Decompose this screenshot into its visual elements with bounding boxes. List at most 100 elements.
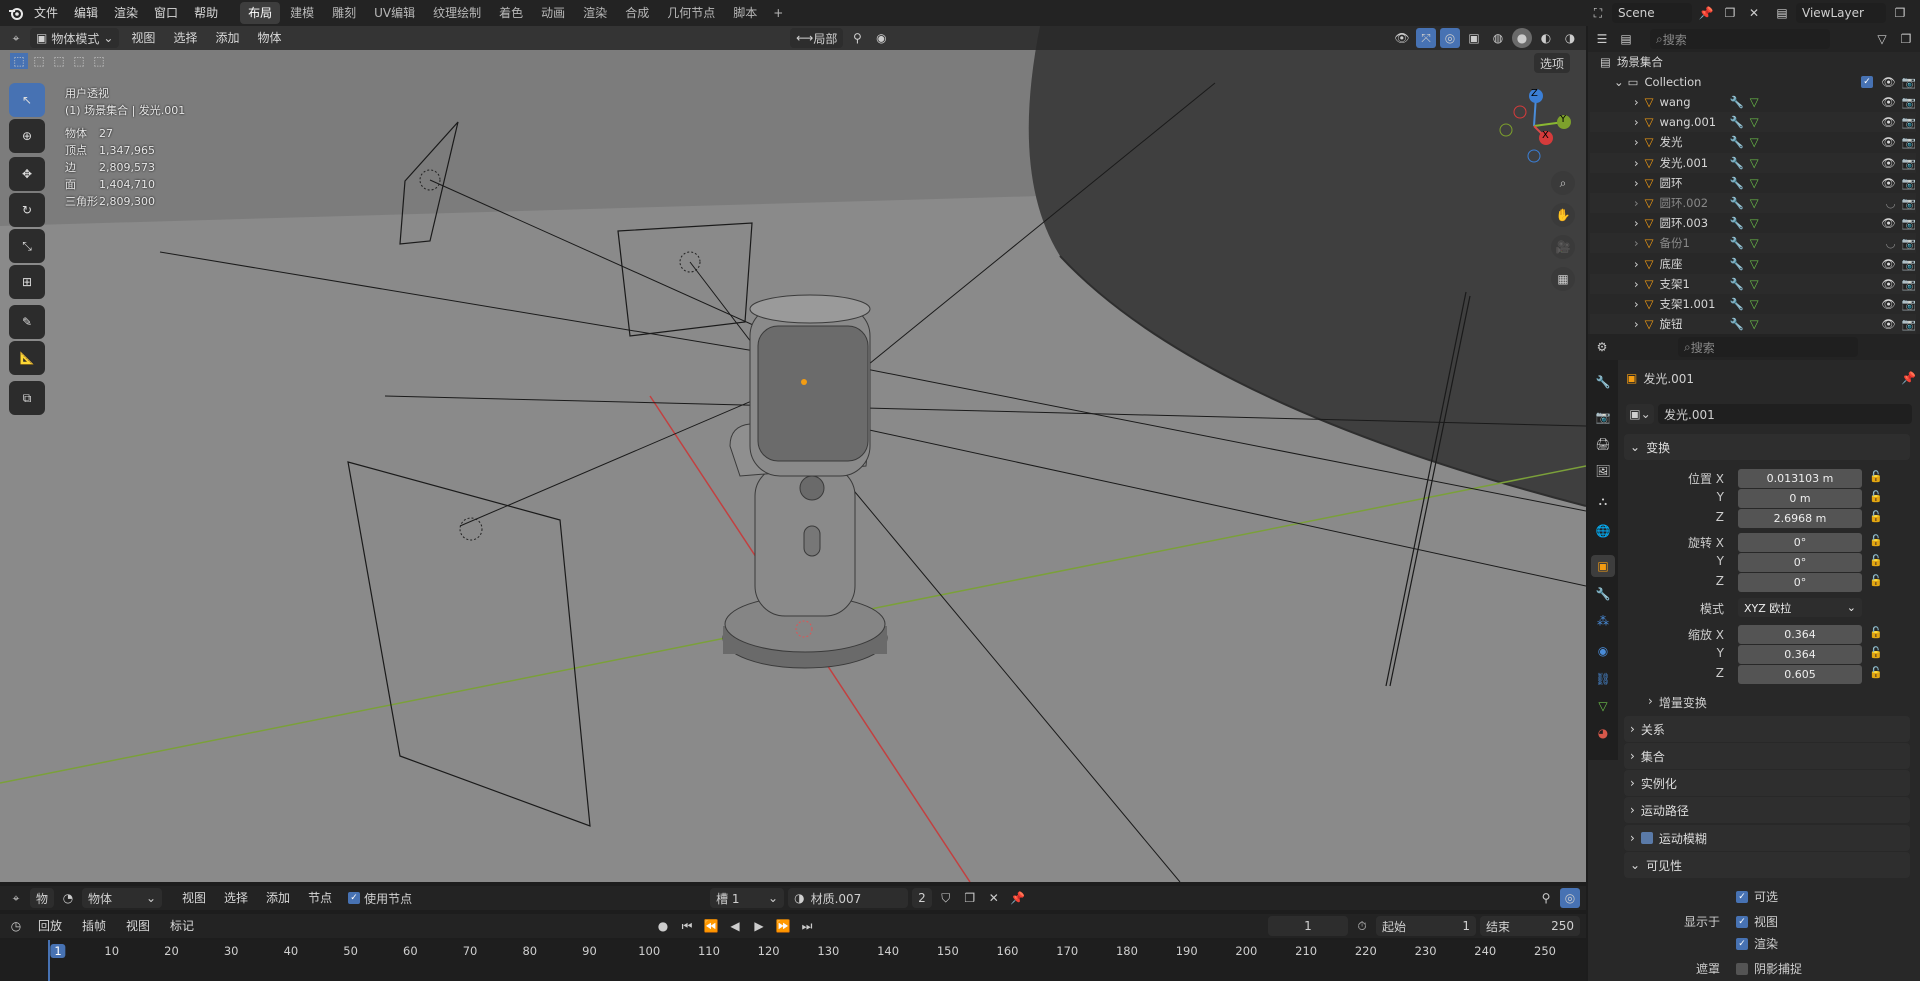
location-x-field[interactable]: 0.013103 m — [1738, 469, 1862, 488]
duplicate-icon[interactable]: ❐ — [960, 888, 980, 908]
slot-dropdown[interactable]: 槽 1 ⌄ — [710, 888, 785, 908]
render-camera-icon[interactable]: 📷 — [1902, 277, 1916, 291]
timeline-editor-icon[interactable]: ◷ — [6, 916, 26, 936]
lock-icon[interactable]: 🔓 — [1868, 646, 1884, 662]
timeline-menu-0[interactable]: 回放 — [30, 916, 70, 936]
rendered-shading-icon[interactable]: ◑ — [1560, 28, 1580, 48]
selectable-checkbox[interactable]: ✓ — [1736, 890, 1748, 903]
transform-tool-icon[interactable]: ⊞ — [9, 265, 45, 299]
motion-blur-panel-header[interactable]: › 运动模糊 — [1624, 825, 1910, 851]
motion-blur-checkbox[interactable] — [1640, 832, 1653, 844]
rotation-x-field[interactable]: 0° — [1738, 533, 1862, 552]
menu-1[interactable]: 编辑 — [66, 0, 106, 26]
eye-icon[interactable]: 👁 — [1881, 257, 1896, 271]
end-frame-field[interactable]: 结束 250 — [1480, 916, 1580, 936]
tool-tab-icon[interactable]: 🔧 — [1591, 371, 1615, 393]
viewport-menu-2[interactable]: 添加 — [207, 28, 247, 48]
shader-menu-2[interactable]: 添加 — [258, 888, 298, 908]
add-workspace-button[interactable]: + — [765, 2, 791, 24]
modifier-icon[interactable]: 🔧 — [1729, 95, 1743, 109]
jump-keyframe-forward-icon[interactable]: ⏩ — [773, 916, 793, 936]
move-tool-icon[interactable]: ✥ — [9, 157, 45, 191]
camera-icon[interactable]: 🎥 — [1551, 235, 1575, 259]
pin-icon[interactable]: 📌 — [1696, 3, 1716, 23]
eye-icon[interactable]: 👁 — [1881, 115, 1896, 129]
auto-keying-icon[interactable]: ● — [653, 916, 673, 936]
outliner-item[interactable]: › ▽ wang.001 🔧 ▽ 👁 📷 — [1590, 112, 1916, 133]
render-camera-icon[interactable]: 📷 — [1902, 176, 1916, 190]
outliner-root[interactable]: ▤ 场景集合 — [1590, 52, 1916, 72]
outliner-item[interactable]: › ▽ 支架1 🔧 ▽ 👁 📷 — [1590, 273, 1916, 294]
eye-icon[interactable]: 👁 — [1881, 317, 1896, 331]
constraints-tab-icon[interactable]: ⛓ — [1591, 668, 1615, 690]
modifier-icon[interactable]: 🔧 — [1729, 115, 1743, 129]
visibility-panel-header[interactable]: ⌄ 可见性 — [1624, 852, 1910, 878]
workspace-tab-6[interactable]: 动画 — [533, 2, 573, 24]
viewport-menu-0[interactable]: 视图 — [123, 28, 163, 48]
lock-icon[interactable]: 🔓 — [1868, 534, 1884, 550]
xray-icon[interactable]: ▣ — [1464, 28, 1484, 48]
outliner-item[interactable]: › ▽ 圆环 🔧 ▽ 👁 📷 — [1590, 173, 1916, 193]
delete-view-layer-icon[interactable]: ✕ — [1914, 3, 1920, 23]
outliner-item[interactable]: › ▽ 发光.001 🔧 ▽ 👁 📷 — [1590, 152, 1916, 173]
outliner-editor-icon[interactable]: ☰ — [1592, 29, 1612, 49]
timeline-menu-1[interactable]: 插帧 — [74, 916, 114, 936]
modifier-icon[interactable]: 🔧 — [1729, 135, 1743, 149]
collection-exclude-checkbox[interactable]: ✓ — [1861, 76, 1874, 88]
eye-icon[interactable]: 👁 — [1881, 297, 1896, 311]
play-reverse-icon[interactable]: ◀ — [725, 916, 745, 936]
show-viewport-row[interactable]: ✓ 视图 — [1736, 913, 1778, 930]
timeline-menu-3[interactable]: 标记 — [162, 916, 202, 936]
outliner-item[interactable]: › ▽ 底座 🔧 ▽ 👁 📷 — [1590, 254, 1916, 274]
view-layer-field[interactable]: ViewLayer — [1796, 3, 1886, 23]
snap-icon[interactable]: ⚲ — [1536, 888, 1556, 908]
mesh-data-icon[interactable]: ▽ — [1750, 317, 1759, 331]
select-subtract-icon[interactable]: ⬚ — [50, 53, 68, 69]
menu-2[interactable]: 渲染 — [106, 0, 146, 26]
modifier-icon[interactable]: 🔧 — [1729, 297, 1743, 311]
modifier-icon[interactable]: 🔧 — [1729, 156, 1743, 170]
visibility-icon[interactable]: 👁 — [1392, 28, 1412, 48]
render-camera-icon[interactable]: 📷 — [1902, 95, 1916, 109]
ortho-grid-icon[interactable]: ▦ — [1551, 267, 1575, 291]
current-frame-field[interactable]: 1 — [1268, 916, 1348, 936]
scene-name-field[interactable]: Scene — [1612, 3, 1692, 23]
modifier-icon[interactable]: 🔧 — [1729, 257, 1743, 271]
menu-3[interactable]: 窗口 — [146, 0, 186, 26]
rotation-z-field[interactable]: 0° — [1738, 573, 1862, 592]
lock-icon[interactable]: 🔓 — [1868, 626, 1884, 642]
rotate-tool-icon[interactable]: ↻ — [9, 193, 45, 227]
outliner-item[interactable]: › ▽ 圆环.002 🔧 ▽ ◡ 📷 — [1590, 193, 1916, 213]
jump-end-icon[interactable]: ⏭ — [797, 916, 817, 936]
menu-4[interactable]: 帮助 — [186, 0, 226, 26]
annotate-tool-icon[interactable]: ✎ — [9, 305, 45, 339]
start-frame-field[interactable]: 起始 1 — [1376, 916, 1476, 936]
eye-icon[interactable]: 👁 — [1881, 75, 1896, 89]
lock-icon[interactable]: 🔓 — [1868, 470, 1884, 486]
eye-icon[interactable]: 👁 — [1881, 277, 1896, 291]
unlink-icon[interactable]: ✕ — [984, 888, 1004, 908]
3d-viewport[interactable] — [0, 26, 1586, 882]
eye-icon[interactable]: 👁 — [1881, 156, 1896, 170]
modifier-icon[interactable]: 🔧 — [1729, 277, 1743, 291]
new-scene-icon[interactable]: ❐ — [1720, 3, 1740, 23]
outliner-item[interactable]: › ▽ 备份1 🔧 ▽ ◡ 📷 — [1590, 233, 1916, 254]
location-y-field[interactable]: 0 m — [1738, 489, 1862, 508]
fake-user-icon[interactable]: ⛉ — [936, 888, 956, 908]
scale-tool-icon[interactable]: ⤡ — [9, 229, 45, 263]
menu-0[interactable]: 文件 — [26, 0, 66, 26]
property-panel-header[interactable]: › 关系 — [1624, 716, 1910, 742]
workspace-tab-10[interactable]: 脚本 — [725, 2, 765, 24]
play-icon[interactable]: ▶ — [749, 916, 769, 936]
scene-tab-icon[interactable]: ⛬ — [1591, 490, 1615, 512]
editor-type-icon[interactable]: ⌖ — [6, 888, 26, 908]
editor-type-icon[interactable]: ⌖ — [6, 28, 26, 48]
render-camera-icon[interactable]: 📷 — [1902, 236, 1916, 250]
jump-start-icon[interactable]: ⏮ — [677, 916, 697, 936]
property-panel-header[interactable]: › 实例化 — [1624, 770, 1910, 796]
shadow-catcher-checkbox[interactable] — [1736, 962, 1748, 975]
scale-y-field[interactable]: 0.364 — [1738, 645, 1862, 664]
outliner-item[interactable]: › ▽ 旋钮 🔧 ▽ 👁 📷 — [1590, 314, 1916, 335]
render-camera-icon[interactable]: 📷 — [1902, 297, 1916, 311]
mesh-data-icon[interactable]: ▽ — [1750, 196, 1759, 210]
